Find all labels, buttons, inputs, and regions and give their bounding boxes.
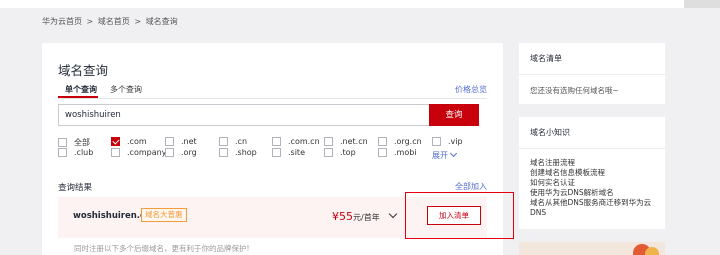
- suffix-checkbox-top[interactable]: .top: [324, 148, 356, 157]
- promo-badge: 域名大普惠: [141, 208, 187, 222]
- expand-label: 展开: [432, 151, 448, 160]
- tip-link-registration-flow[interactable]: 域名注册流程: [530, 158, 660, 168]
- checkbox-box[interactable]: [58, 148, 67, 157]
- checkbox-box[interactable]: [324, 148, 333, 157]
- checkbox-label: .shop: [235, 148, 257, 157]
- price-unit: 元/首年: [353, 213, 380, 222]
- suffix-checkbox-net[interactable]: .net: [165, 137, 197, 146]
- domain-tips-title: 域名小知识: [530, 128, 570, 137]
- suffix-checkbox-club[interactable]: .club: [58, 148, 93, 157]
- price-value: 55: [339, 210, 353, 223]
- suffix-checkbox-all[interactable]: 全部: [58, 137, 90, 148]
- checkbox-label: .company: [127, 148, 167, 157]
- tab-divider: [58, 98, 487, 99]
- annotation-highlight-box: [405, 192, 514, 239]
- suffix-checkbox-cn[interactable]: .cn: [219, 137, 247, 146]
- checkbox-box[interactable]: [378, 148, 387, 157]
- tip-link-real-name-auth[interactable]: 如何实名认证: [530, 178, 660, 188]
- breadcrumb: 华为云首页 > 域名首页 > 域名查询: [42, 16, 180, 27]
- checkbox-label: .com.cn: [288, 137, 320, 146]
- checkbox-box[interactable]: [432, 137, 441, 146]
- breadcrumb-home[interactable]: 华为云首页: [42, 17, 82, 26]
- checkbox-box[interactable]: [272, 148, 281, 157]
- domain-list-empty-text: 您还没有选购任何域名哦~: [530, 86, 619, 95]
- checkbox-label: .net.cn: [340, 137, 368, 146]
- price-symbol: ¥: [332, 210, 339, 223]
- suffix-checkbox-com[interactable]: .com: [111, 137, 147, 146]
- checkbox-label: .vip: [448, 137, 463, 146]
- checkbox-label: .club: [74, 148, 94, 157]
- checkbox-box[interactable]: [58, 138, 67, 147]
- checkbox-label: .cn: [235, 137, 248, 146]
- domain-list-title: 域名清单: [530, 54, 562, 63]
- tab-multi-query[interactable]: 多个查询: [110, 84, 142, 95]
- add-all-link[interactable]: 全部加入: [455, 181, 487, 192]
- suffix-checkbox-mobi[interactable]: .mobi: [378, 148, 417, 157]
- checkbox-box[interactable]: [324, 137, 333, 146]
- suffix-checkbox-org[interactable]: .org: [165, 148, 197, 157]
- card-divider: [519, 74, 665, 75]
- breadcrumb-domain-home[interactable]: 域名首页: [98, 17, 130, 26]
- domain-search-input[interactable]: [58, 104, 429, 126]
- suffix-checkbox-org-cn[interactable]: .org.cn: [378, 137, 422, 146]
- search-button[interactable]: 查询: [429, 104, 479, 126]
- suffix-checkbox-shop[interactable]: .shop: [219, 148, 257, 157]
- breadcrumb-current: 域名查询: [145, 17, 178, 26]
- checkbox-box[interactable]: [272, 137, 281, 146]
- domain-tips-card: 域名小知识 域名注册流程 创建域名信息模板流程 如何实名认证 使用华为云DNS解…: [519, 117, 665, 229]
- breadcrumb-separator: >: [134, 17, 142, 26]
- checkbox-label: .net: [181, 137, 197, 146]
- top-bar-strip: [684, 0, 720, 8]
- tab-single-query[interactable]: 单个查询: [65, 84, 97, 95]
- checkbox-label: .com: [127, 137, 147, 146]
- checkbox-box[interactable]: [219, 137, 228, 146]
- suffix-checkbox-com-cn[interactable]: .com.cn: [272, 137, 320, 146]
- promo-banner-image[interactable]: [519, 242, 665, 255]
- breadcrumb-separator: >: [86, 17, 94, 26]
- chevron-down-icon[interactable]: [388, 209, 398, 219]
- tip-link-dns-resolve[interactable]: 使用华为云DNS解析域名: [530, 188, 660, 198]
- page-title: 域名查询: [58, 63, 109, 78]
- results-title: 查询结果: [58, 183, 93, 193]
- tips-list: 域名注册流程 创建域名信息模板流程 如何实名认证 使用华为云DNS解析域名 域名…: [530, 158, 660, 218]
- checkbox-box[interactable]: [378, 137, 387, 146]
- checkbox-box-checked[interactable]: [111, 137, 120, 146]
- suffix-checkbox-vip[interactable]: .vip: [432, 137, 463, 146]
- expand-suffixes-link[interactable]: 展开: [432, 149, 458, 161]
- chevron-down-icon: [449, 149, 458, 158]
- checkbox-label: .org.cn: [394, 137, 422, 146]
- card-divider: [519, 148, 665, 149]
- tip-link-template-flow[interactable]: 创建域名信息模板流程: [530, 168, 660, 178]
- multi-suffix-note: 同时注册以下多个后缀域名，更有利于你的品牌保护!: [74, 244, 250, 253]
- checkbox-box[interactable]: [219, 148, 228, 157]
- top-bar: [0, 0, 720, 8]
- price-overview-link[interactable]: 价格总览: [455, 84, 487, 95]
- checkbox-label: .top: [340, 148, 356, 157]
- suffix-checkbox-net-cn[interactable]: .net.cn: [324, 137, 368, 146]
- banner-graphic: [645, 247, 659, 255]
- suffix-checkbox-company[interactable]: .company: [111, 148, 166, 157]
- checkbox-box[interactable]: [111, 148, 120, 157]
- checkbox-label: .mobi: [394, 148, 417, 157]
- tip-link-dns-migrate[interactable]: 域名从其他DNS服务商迁移到华为云DNS: [530, 198, 660, 218]
- checkbox-box[interactable]: [165, 137, 174, 146]
- checkbox-label: .org: [181, 148, 197, 157]
- domain-list-card: 域名清单 您还没有选购任何域名哦~: [519, 43, 665, 104]
- result-price: ¥55元/首年: [332, 210, 380, 223]
- checkbox-label: 全部: [74, 138, 90, 147]
- checkbox-label: .site: [288, 148, 305, 157]
- checkbox-box[interactable]: [165, 148, 174, 157]
- suffix-checkbox-site[interactable]: .site: [272, 148, 305, 157]
